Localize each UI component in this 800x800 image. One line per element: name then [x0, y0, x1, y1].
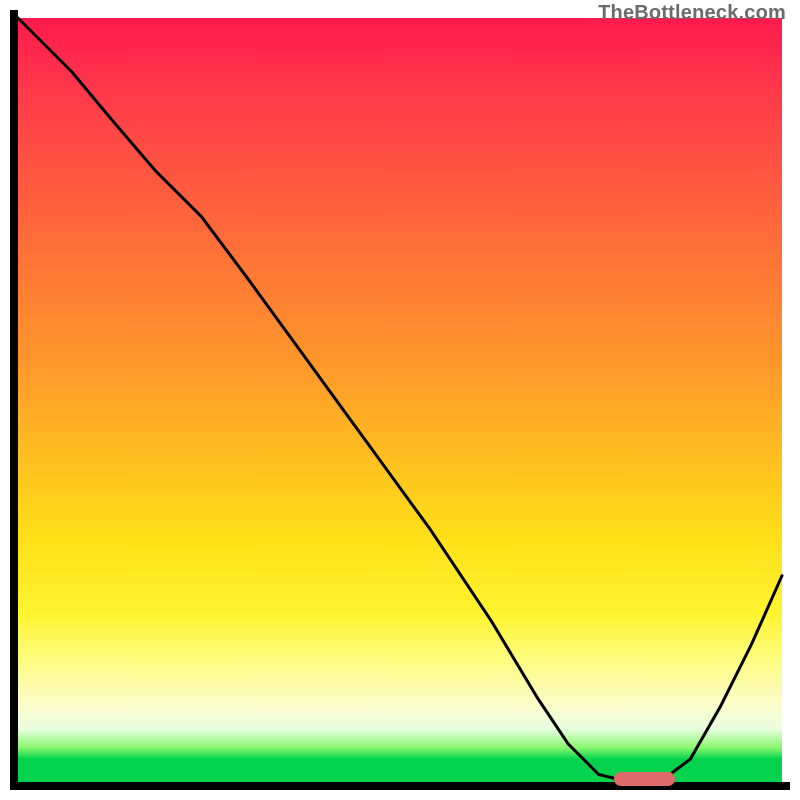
y-axis	[10, 10, 18, 790]
chart-canvas: TheBottleneck.com	[0, 0, 800, 800]
watermark-text: TheBottleneck.com	[598, 2, 786, 25]
heat-gradient-background	[18, 18, 782, 782]
optimal-range-marker	[614, 772, 675, 786]
